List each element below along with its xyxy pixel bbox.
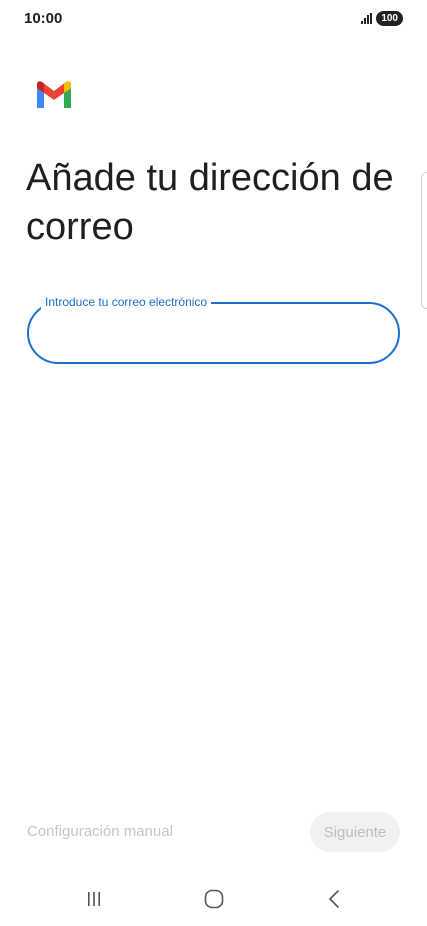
home-icon xyxy=(204,889,224,909)
next-button[interactable]: Siguiente xyxy=(310,812,400,852)
recent-apps-icon xyxy=(88,892,100,906)
back-icon xyxy=(329,890,339,908)
email-input[interactable] xyxy=(45,322,380,346)
edge-panel-handle[interactable] xyxy=(421,172,427,309)
recent-apps-button[interactable] xyxy=(74,886,114,912)
status-indicators: 100 xyxy=(361,11,403,26)
gmail-logo-icon xyxy=(37,81,71,108)
status-bar: 10:00 100 xyxy=(0,0,427,40)
back-button[interactable] xyxy=(314,886,354,912)
page-title: Añade tu dirección de correo xyxy=(26,157,394,248)
screen: 10:00 100 Añade tu dirección de correo I… xyxy=(0,0,427,926)
battery-badge: 100 xyxy=(376,11,403,26)
email-field[interactable]: Introduce tu correo electrónico xyxy=(27,294,400,364)
email-field-label: Introduce tu correo electrónico xyxy=(41,294,212,310)
navigation-bar xyxy=(0,872,427,926)
home-button[interactable] xyxy=(194,886,234,912)
signal-icon xyxy=(361,13,373,24)
manual-config-link[interactable]: Configuración manual xyxy=(27,823,173,840)
status-time: 10:00 xyxy=(24,10,63,27)
